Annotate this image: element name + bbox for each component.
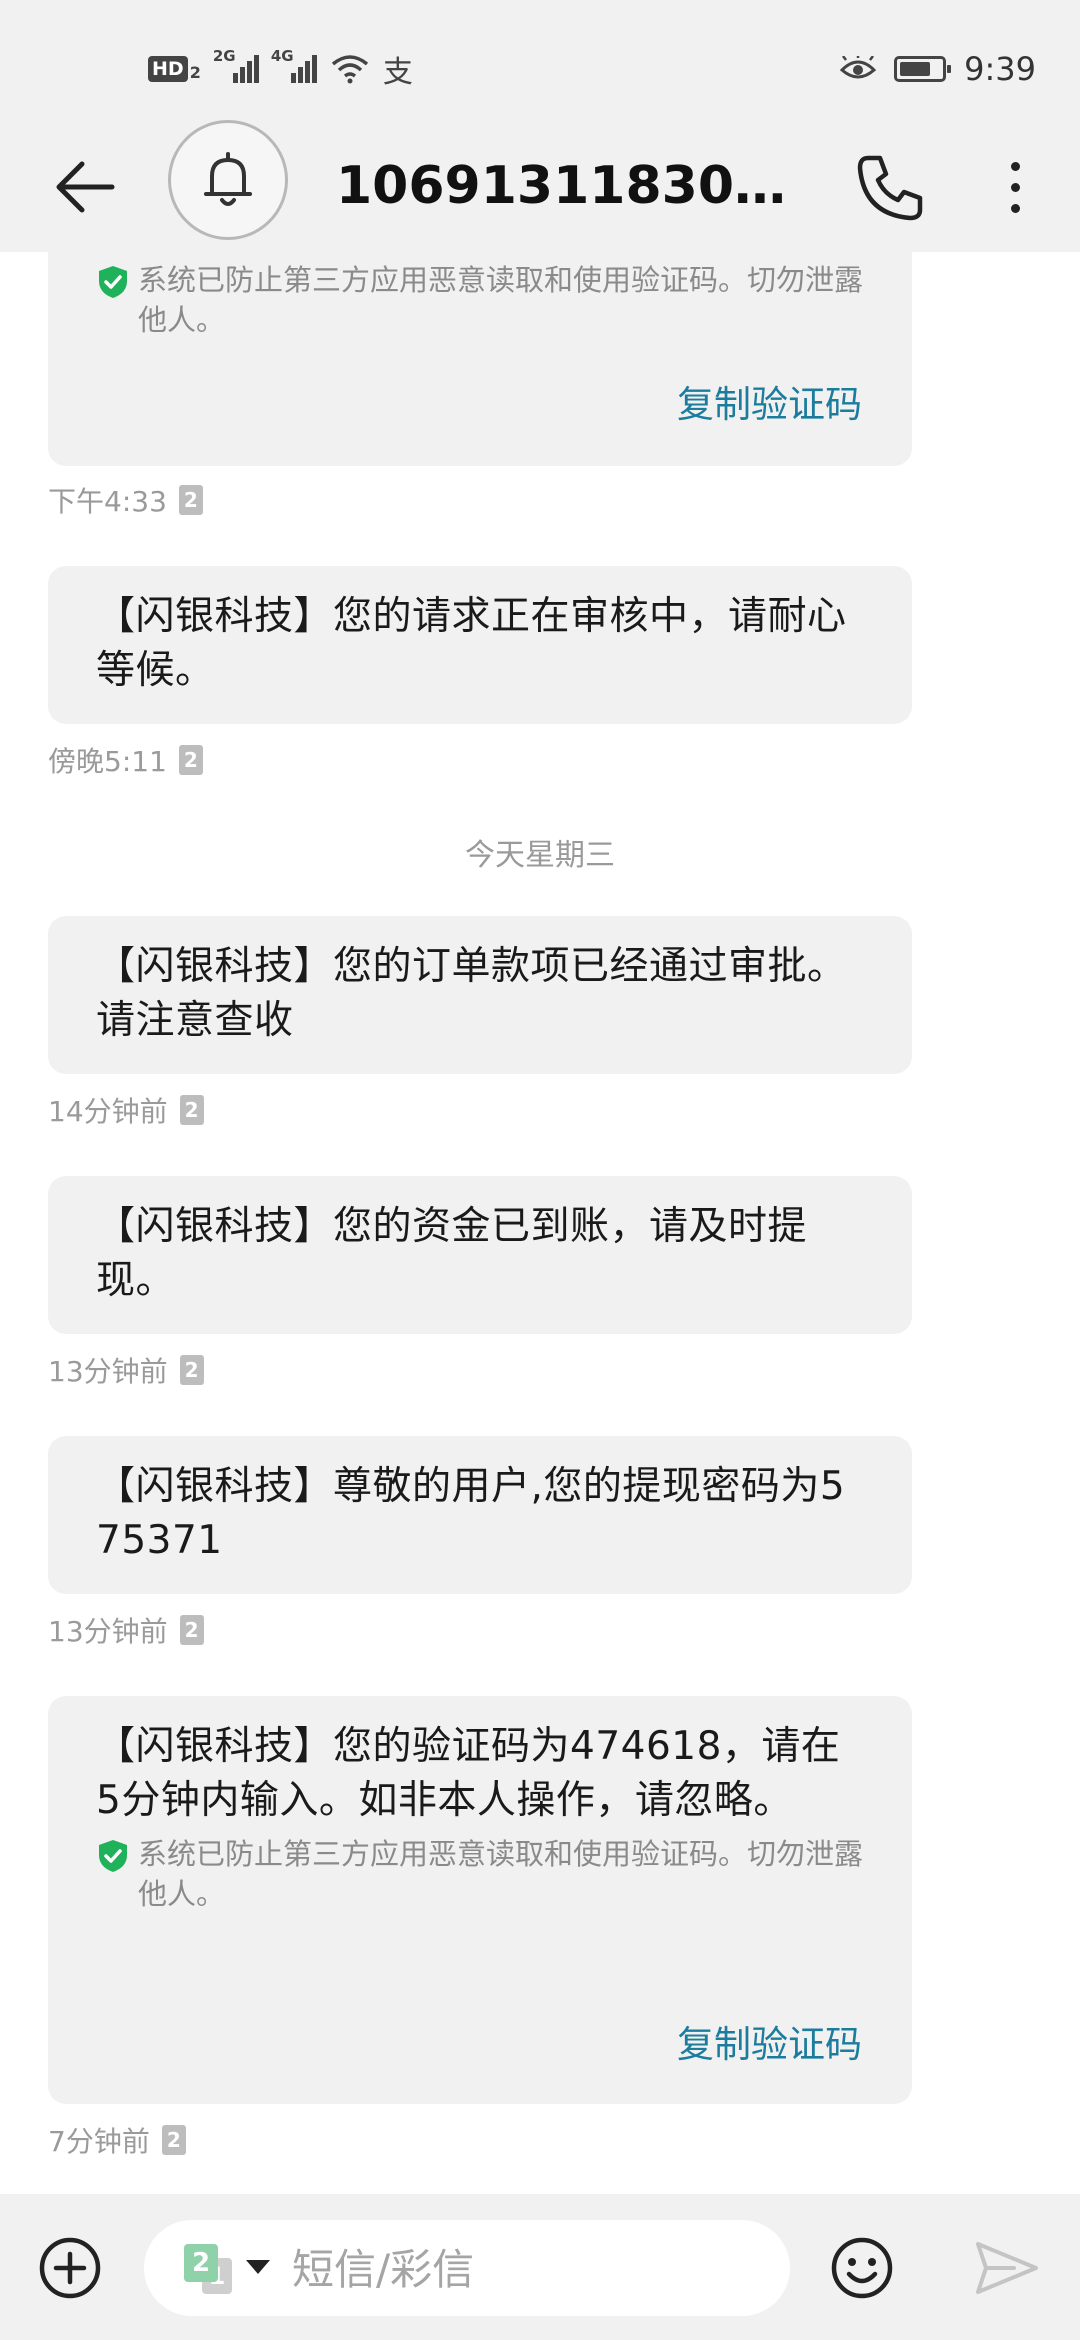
message-text: 【闪银科技】您的订单款项已经通过审批。请注意查收: [96, 944, 847, 1043]
hd-sim-label: 2: [189, 63, 201, 82]
signal-2g-label: 2G: [212, 47, 236, 65]
message-text: 【闪银科技】您的请求正在审核中，请耐心等候。: [96, 594, 847, 693]
message-meta: 13分钟前 2: [48, 1350, 204, 1390]
status-left-icons: HD 2 2G 4G 支: [148, 44, 413, 94]
security-notice: 系统已防止第三方应用恶意读取和使用验证码。切勿泄露他人。: [96, 260, 864, 340]
message-bubble[interactable]: 【闪银科技】您的订单款项已经通过审批。请注意查收: [48, 916, 912, 1074]
hd-label: HD: [148, 56, 188, 82]
security-notice-text: 系统已防止第三方应用恶意读取和使用验证码。切勿泄露他人。: [138, 1837, 864, 1911]
message-bubble[interactable]: 【闪银科技】您的验证码为474618，请在5分钟内输入。如非本人操作，请忽略。 …: [48, 1696, 912, 2104]
phone-icon[interactable]: [852, 150, 928, 226]
security-notice-text: 系统已防止第三方应用恶意读取和使用验证码。切勿泄露他人。: [138, 263, 864, 337]
sim-2-icon: 2: [184, 2244, 218, 2282]
message-meta: 傍晚5:11 2: [48, 740, 203, 780]
conversation-header: 10691311830547…: [0, 120, 1080, 252]
message-meta: 7分钟前 2: [48, 2120, 186, 2160]
back-arrow-icon[interactable]: [50, 152, 120, 222]
message-bubble[interactable]: 【闪银科技】尊敬的用户,您的提现密码为575371: [48, 1436, 912, 1594]
sim-card-icon: 2: [179, 1615, 204, 1645]
message-text: 【闪银科技】尊敬的用户,您的提现密码为575371: [96, 1464, 846, 1563]
sim-card-icon: 2: [161, 2125, 186, 2155]
contact-number-title[interactable]: 10691311830547…: [336, 150, 816, 222]
message-composer: 1 2: [0, 2194, 1080, 2340]
signal-4g-icon: 4G: [271, 47, 317, 83]
message-bubble[interactable]: 【闪银科技】您的资金已到账，请及时提现。: [48, 1176, 912, 1334]
security-notice: 系统已防止第三方应用恶意读取和使用验证码。切勿泄露他人。: [96, 1834, 864, 1914]
message-list[interactable]: 系统已防止第三方应用恶意读取和使用验证码。切勿泄露他人。 复制验证码 下午4:3…: [0, 252, 1080, 2194]
copy-code-button[interactable]: 复制验证码: [677, 2014, 862, 2068]
status-bar: HD 2 2G 4G 支 9:39: [0, 0, 1080, 130]
message-time: 傍晚5:11: [48, 745, 167, 778]
sim-card-icon: 2: [178, 485, 203, 515]
hd-voice-icon: HD 2: [148, 56, 201, 82]
contact-avatar[interactable]: [168, 120, 288, 240]
sim-card-icon: 2: [179, 1095, 204, 1125]
date-separator: 今天星期三: [465, 838, 615, 873]
message-bubble[interactable]: 【闪银科技】您的请求正在审核中，请耐心等候。: [48, 566, 912, 724]
sim-card-icon: 2: [179, 1355, 204, 1385]
sim-selector[interactable]: 1 2: [184, 2244, 284, 2294]
battery-fill: [900, 62, 931, 76]
message-text: 【闪银科技】您的验证码为474618，请在5分钟内输入。如非本人操作，请忽略。: [96, 1724, 841, 1823]
emoji-icon[interactable]: [830, 2236, 894, 2300]
wifi-icon: [331, 55, 368, 84]
message-bubble[interactable]: 系统已防止第三方应用恶意读取和使用验证码。切勿泄露他人。 复制验证码: [48, 252, 912, 466]
shield-check-icon: [99, 1840, 127, 1872]
signal-4g-label: 4G: [270, 47, 294, 65]
message-meta: 13分钟前 2: [48, 1610, 204, 1650]
copy-code-button[interactable]: 复制验证码: [677, 374, 862, 428]
message-time: 下午4:33: [48, 485, 167, 518]
status-right-icons: 9:39: [840, 44, 1036, 94]
sim-card-icon: 2: [178, 745, 203, 775]
battery-icon: [894, 56, 952, 82]
status-time: 9:39: [964, 50, 1036, 88]
more-vertical-icon[interactable]: [990, 152, 1040, 222]
message-time: 7分钟前: [48, 2125, 150, 2158]
message-input-container[interactable]: 1 2: [144, 2220, 790, 2316]
message-time: 14分钟前: [48, 1095, 168, 1128]
chevron-down-icon: [246, 2260, 270, 2274]
eye-comfort-icon: [840, 56, 877, 79]
message-meta: 14分钟前 2: [48, 1090, 204, 1130]
shield-check-icon: [99, 266, 127, 298]
bell-icon: [204, 152, 252, 206]
alipay-icon: 支: [382, 55, 413, 90]
message-meta: 下午4:33 2: [48, 480, 203, 520]
send-icon[interactable]: [974, 2238, 1040, 2298]
message-time: 13分钟前: [48, 1355, 168, 1388]
signal-2g-icon: 2G: [213, 47, 259, 83]
message-text: 【闪银科技】您的资金已到账，请及时提现。: [96, 1204, 808, 1303]
message-input[interactable]: [290, 2238, 754, 2300]
message-time: 13分钟前: [48, 1615, 168, 1648]
add-attachment-icon[interactable]: [38, 2236, 102, 2300]
